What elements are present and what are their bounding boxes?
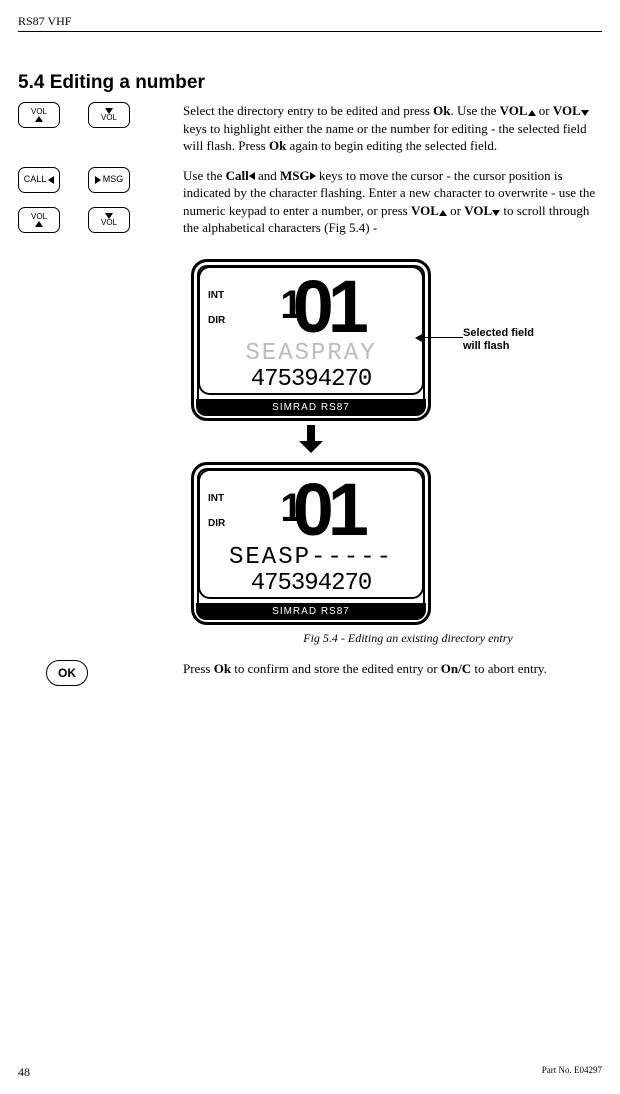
- running-head: RS87 VHF: [18, 14, 602, 32]
- key-column: OK: [18, 660, 183, 686]
- lcd-int-label: INT: [208, 290, 225, 301]
- text: Use the: [183, 168, 226, 183]
- text: or: [536, 103, 553, 118]
- text-bold: Call: [226, 168, 249, 183]
- figure-area: Selected field will flash INT DIR 101 SE…: [183, 259, 603, 646]
- arrow-up-icon: [439, 210, 447, 216]
- text: to confirm and store the edited entry or: [231, 661, 441, 676]
- lcd-number: 475394270: [208, 570, 414, 597]
- device-brand-label: SIMRAD RS87: [196, 399, 426, 416]
- arrow-left-icon: [48, 176, 54, 184]
- text-bold: VOL: [464, 203, 492, 218]
- key-column: CALL MSG VOL VOL: [18, 167, 183, 247]
- arrow-right-icon: [95, 176, 101, 184]
- arrow-up-icon: [35, 116, 43, 122]
- page-number: 48: [18, 1065, 30, 1080]
- text-bold: VOL: [411, 203, 439, 218]
- text-bold: Ok: [433, 103, 450, 118]
- lcd-dir-label: DIR: [208, 315, 225, 326]
- device-display-2: INT DIR 101 SEASP----- 475394270 SIMRAD …: [191, 462, 431, 625]
- call-key-icon: CALL: [18, 167, 60, 193]
- msg-label: MSG: [103, 175, 124, 184]
- down-arrow-icon: [191, 425, 431, 458]
- text-bold: Ok: [214, 661, 231, 676]
- paragraph-3: Press Ok to confirm and store the edited…: [183, 660, 602, 686]
- page-footer: 48 Part No. E04297: [18, 1065, 602, 1080]
- figure-caption: Fig 5.4 - Editing an existing directory …: [213, 631, 603, 646]
- text: Select the directory entry to be edited …: [183, 103, 433, 118]
- vol-up-key-icon: VOL: [18, 102, 60, 128]
- text: Press: [183, 661, 214, 676]
- key-column: VOL VOL: [18, 102, 183, 155]
- lcd-channel: 101: [229, 274, 414, 341]
- paragraph-1: Select the directory entry to be edited …: [183, 102, 602, 155]
- text-bold: MSG: [280, 168, 310, 183]
- annotation-arrow-icon: [417, 337, 463, 338]
- text-bold: Ok: [269, 138, 286, 153]
- text: to abort entry.: [471, 661, 547, 676]
- text-bold: VOL: [553, 103, 581, 118]
- lcd-channel: 101: [229, 477, 414, 544]
- paragraph-2: Use the Call and MSG keys to move the cu…: [183, 167, 602, 247]
- vol-label: VOL: [101, 219, 117, 227]
- device-display-1: INT DIR 101 SEASPRAY 475394270 SIMRAD RS…: [191, 259, 431, 422]
- text-bold: On/C: [441, 661, 471, 676]
- lcd-name: SEASPRAY: [208, 340, 414, 366]
- vol-down-key-icon: VOL: [88, 102, 130, 128]
- msg-key-icon: MSG: [88, 167, 130, 193]
- text: and: [255, 168, 280, 183]
- vol-label: VOL: [101, 114, 117, 122]
- lcd-int-label: INT: [208, 493, 225, 504]
- ok-key-icon: OK: [46, 660, 88, 686]
- vol-up-key-icon: VOL: [18, 207, 60, 233]
- lcd-number: 475394270: [208, 366, 414, 393]
- section-title: 5.4 Editing a number: [18, 72, 602, 94]
- device-brand-label: SIMRAD RS87: [196, 603, 426, 620]
- text: or: [447, 203, 464, 218]
- vol-down-key-icon: VOL: [88, 207, 130, 233]
- lcd-dir-label: DIR: [208, 518, 225, 529]
- annotation-label: Selected field will flash: [463, 327, 543, 353]
- arrow-down-icon: [492, 210, 500, 216]
- text: again to begin editing the selected fiel…: [286, 138, 497, 153]
- part-number: Part No. E04297: [542, 1065, 602, 1080]
- lcd-name: SEASP-----: [208, 544, 414, 570]
- arrow-down-icon: [581, 110, 589, 116]
- text-bold: VOL: [500, 103, 528, 118]
- arrow-up-icon: [528, 110, 536, 116]
- vol-label: VOL: [31, 213, 47, 221]
- vol-label: VOL: [31, 108, 47, 116]
- text: . Use the: [451, 103, 500, 118]
- arrow-up-icon: [35, 221, 43, 227]
- call-label: CALL: [24, 175, 47, 184]
